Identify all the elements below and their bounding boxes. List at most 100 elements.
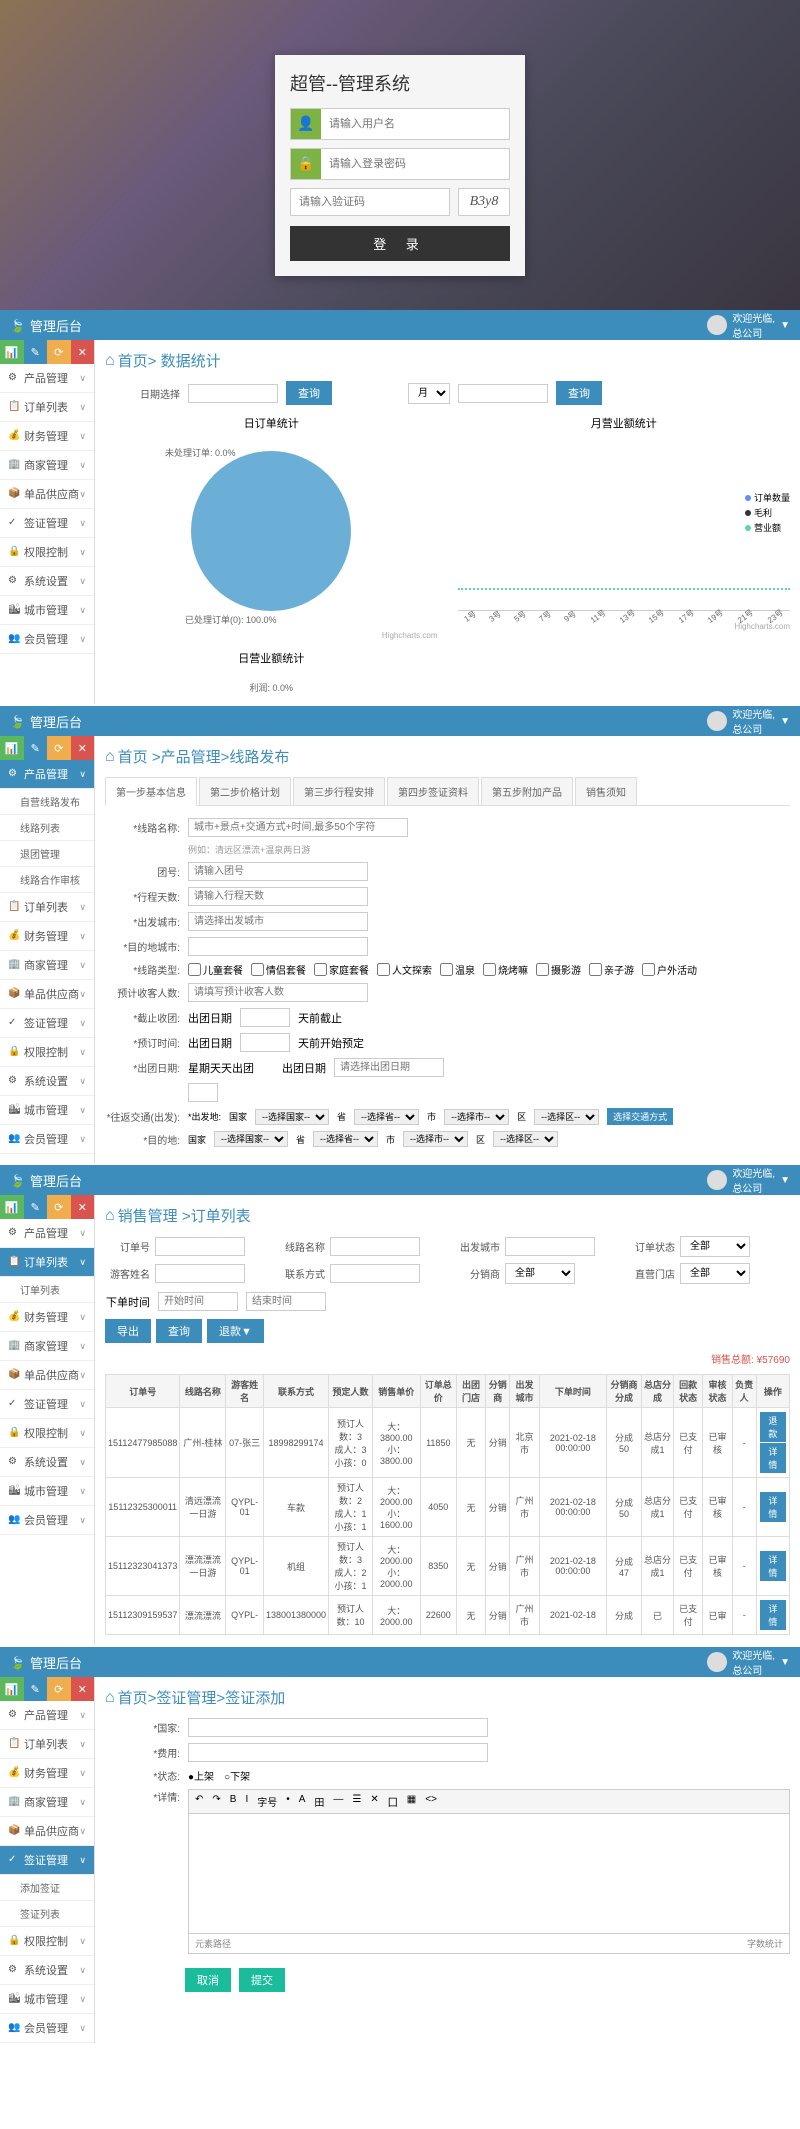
transport-button[interactable]: 选择交通方式 [607, 1108, 673, 1125]
radio-on[interactable]: ●上架 [188, 1768, 214, 1783]
filter-store[interactable]: 全部 [680, 1263, 750, 1284]
sub-order-list[interactable]: 订单列表 [0, 1277, 94, 1303]
详情-button[interactable]: 详情 [760, 1600, 786, 1630]
tab-blue[interactable]: ✎ [24, 340, 48, 364]
captcha-image[interactable]: B3y8 [458, 188, 510, 216]
filter-start-time[interactable] [158, 1292, 238, 1311]
captcha-input[interactable] [290, 188, 450, 216]
tab-5[interactable]: 销售须知 [575, 777, 637, 805]
menu-product[interactable]: ⚙产品管理∨ [0, 760, 94, 789]
leaf-icon [10, 318, 25, 333]
menu-订单列表[interactable]: 📋订单列表∨ [0, 1730, 94, 1759]
username-input[interactable] [321, 109, 509, 139]
menu-签证管理[interactable]: ✓签证管理∨ [0, 1390, 94, 1419]
tab-green[interactable]: 📊 [0, 340, 24, 364]
tab-red[interactable]: ✕ [71, 340, 95, 364]
export-button[interactable]: 导出 [105, 1319, 151, 1343]
menu-财务管理[interactable]: 💰财务管理∨ [0, 422, 94, 451]
menu-商家管理[interactable]: 🏢商家管理∨ [0, 1788, 94, 1817]
menu-系统设置[interactable]: ⚙系统设置∨ [0, 1067, 94, 1096]
tab-3[interactable]: 第四步签证资料 [387, 777, 479, 805]
menu-单品供应商[interactable]: 📦单品供应商∨ [0, 980, 94, 1009]
menu-签证管理[interactable]: ✓签证管理∨ [0, 509, 94, 538]
menu-订单列表[interactable]: 📋订单列表∨ [0, 893, 94, 922]
menu-城市管理[interactable]: 🏙城市管理∨ [0, 1985, 94, 2014]
editor-toolbar[interactable]: ↶↷BI字号•A田—☰✕囗▦<> [188, 1789, 790, 1814]
menu-财务管理[interactable]: 💰财务管理∨ [0, 1759, 94, 1788]
month-select[interactable]: 月 [408, 383, 450, 404]
date-input-1[interactable] [188, 384, 278, 403]
menu-单品供应商[interactable]: 📦单品供应商∨ [0, 480, 94, 509]
menu-签证管理[interactable]: ✓签证管理∨ [0, 1009, 94, 1038]
menu-会员管理[interactable]: 👥会员管理∨ [0, 1125, 94, 1154]
menu-商家管理[interactable]: 🏢商家管理∨ [0, 451, 94, 480]
menu-产品管理[interactable]: ⚙产品管理∨ [0, 364, 94, 393]
table-row: 15112323041373漂流漂流一日游QYPL-01机组预订人数：3 成人：… [106, 1537, 790, 1596]
退款-button[interactable]: 退款 [760, 1412, 786, 1442]
menu-城市管理[interactable]: 🏙城市管理∨ [0, 1477, 94, 1506]
date-input-2[interactable] [458, 384, 548, 403]
refund-button[interactable]: 退款▼ [207, 1319, 264, 1343]
menu-系统设置[interactable]: ⚙系统设置∨ [0, 1448, 94, 1477]
menu-订单列表[interactable]: 📋订单列表∨ [0, 393, 94, 422]
menu-商家管理[interactable]: 🏢商家管理∨ [0, 951, 94, 980]
filter-order-no[interactable] [155, 1237, 245, 1256]
menu-权限控制[interactable]: 🔒权限控制∨ [0, 538, 94, 567]
menu-权限控制[interactable]: 🔒权限控制∨ [0, 1927, 94, 1956]
filter-status[interactable]: 全部 [680, 1236, 750, 1257]
tab-1[interactable]: 第二步价格计划 [199, 777, 291, 805]
login-title: 超管--管理系统 [290, 70, 510, 96]
team-no-input[interactable] [188, 862, 368, 881]
submit-button[interactable]: 提交 [239, 1968, 285, 1992]
filter-route[interactable] [330, 1237, 420, 1256]
menu-财务管理[interactable]: 💰财务管理∨ [0, 1303, 94, 1332]
menu-系统设置[interactable]: ⚙系统设置∨ [0, 567, 94, 596]
tab-orange[interactable]: ⟳ [47, 340, 71, 364]
avatar [707, 315, 727, 335]
tab-0[interactable]: 第一步基本信息 [105, 777, 197, 806]
route-name-input[interactable] [188, 818, 408, 837]
menu-会员管理[interactable]: 👥会员管理∨ [0, 2014, 94, 2043]
days-input[interactable] [188, 887, 368, 906]
filter-dist[interactable]: 全部 [505, 1263, 575, 1284]
editor-body[interactable] [188, 1814, 790, 1934]
tab-4[interactable]: 第五步附加产品 [481, 777, 573, 805]
menu-系统设置[interactable]: ⚙系统设置∨ [0, 1956, 94, 1985]
query-button[interactable]: 查询 [156, 1319, 202, 1343]
menu-会员管理[interactable]: 👥会员管理∨ [0, 625, 94, 654]
login-button[interactable]: 登 录 [290, 226, 510, 261]
visa-fee-input[interactable] [188, 1743, 488, 1762]
menu-单品供应商[interactable]: 📦单品供应商∨ [0, 1817, 94, 1846]
query-button-1[interactable]: 查询 [286, 381, 332, 405]
详情-button[interactable]: 详情 [760, 1551, 786, 1581]
详情-button[interactable]: 详情 [760, 1443, 786, 1473]
dest-city-input[interactable] [188, 937, 368, 956]
tab-2[interactable]: 第三步行程安排 [293, 777, 385, 805]
filter-end-time[interactable] [246, 1292, 326, 1311]
menu-财务管理[interactable]: 💰财务管理∨ [0, 922, 94, 951]
详情-button[interactable]: 详情 [760, 1492, 786, 1522]
menu-产品管理[interactable]: ⚙产品管理∨ [0, 1701, 94, 1730]
query-button-2[interactable]: 查询 [556, 381, 602, 405]
menu-单品供应商[interactable]: 📦单品供应商∨ [0, 1361, 94, 1390]
menu-城市管理[interactable]: 🏙城市管理∨ [0, 596, 94, 625]
user-dropdown[interactable]: 欢迎光临,总公司▼ [707, 310, 790, 340]
cancel-button[interactable]: 取消 [185, 1968, 231, 1992]
visa-country-input[interactable] [188, 1718, 488, 1737]
menu-权限控制[interactable]: 🔒权限控制∨ [0, 1038, 94, 1067]
depart-city-input[interactable] [188, 912, 368, 931]
menu-visa[interactable]: ✓签证管理∨ [0, 1846, 94, 1875]
menu-城市管理[interactable]: 🏙城市管理∨ [0, 1096, 94, 1125]
filter-tourist[interactable] [155, 1264, 245, 1283]
radio-off[interactable]: ○下架 [224, 1768, 250, 1783]
menu-会员管理[interactable]: 👥会员管理∨ [0, 1506, 94, 1535]
filter-city[interactable] [505, 1237, 595, 1256]
filter-contact[interactable] [330, 1264, 420, 1283]
menu-权限控制[interactable]: 🔒权限控制∨ [0, 1419, 94, 1448]
panel-visa: 管理后台 欢迎光临,总公司▼ 📊✎⟳✕ ⚙产品管理∨📋订单列表∨💰财务管理∨🏢商… [0, 1647, 800, 2045]
menu-商家管理[interactable]: 🏢商家管理∨ [0, 1332, 94, 1361]
password-input[interactable] [321, 149, 509, 179]
admin-header: 管理后台 欢迎光临,总公司▼ [0, 310, 800, 340]
expect-people-input[interactable] [188, 983, 368, 1002]
menu-orders[interactable]: 📋订单列表∨ [0, 1248, 94, 1277]
